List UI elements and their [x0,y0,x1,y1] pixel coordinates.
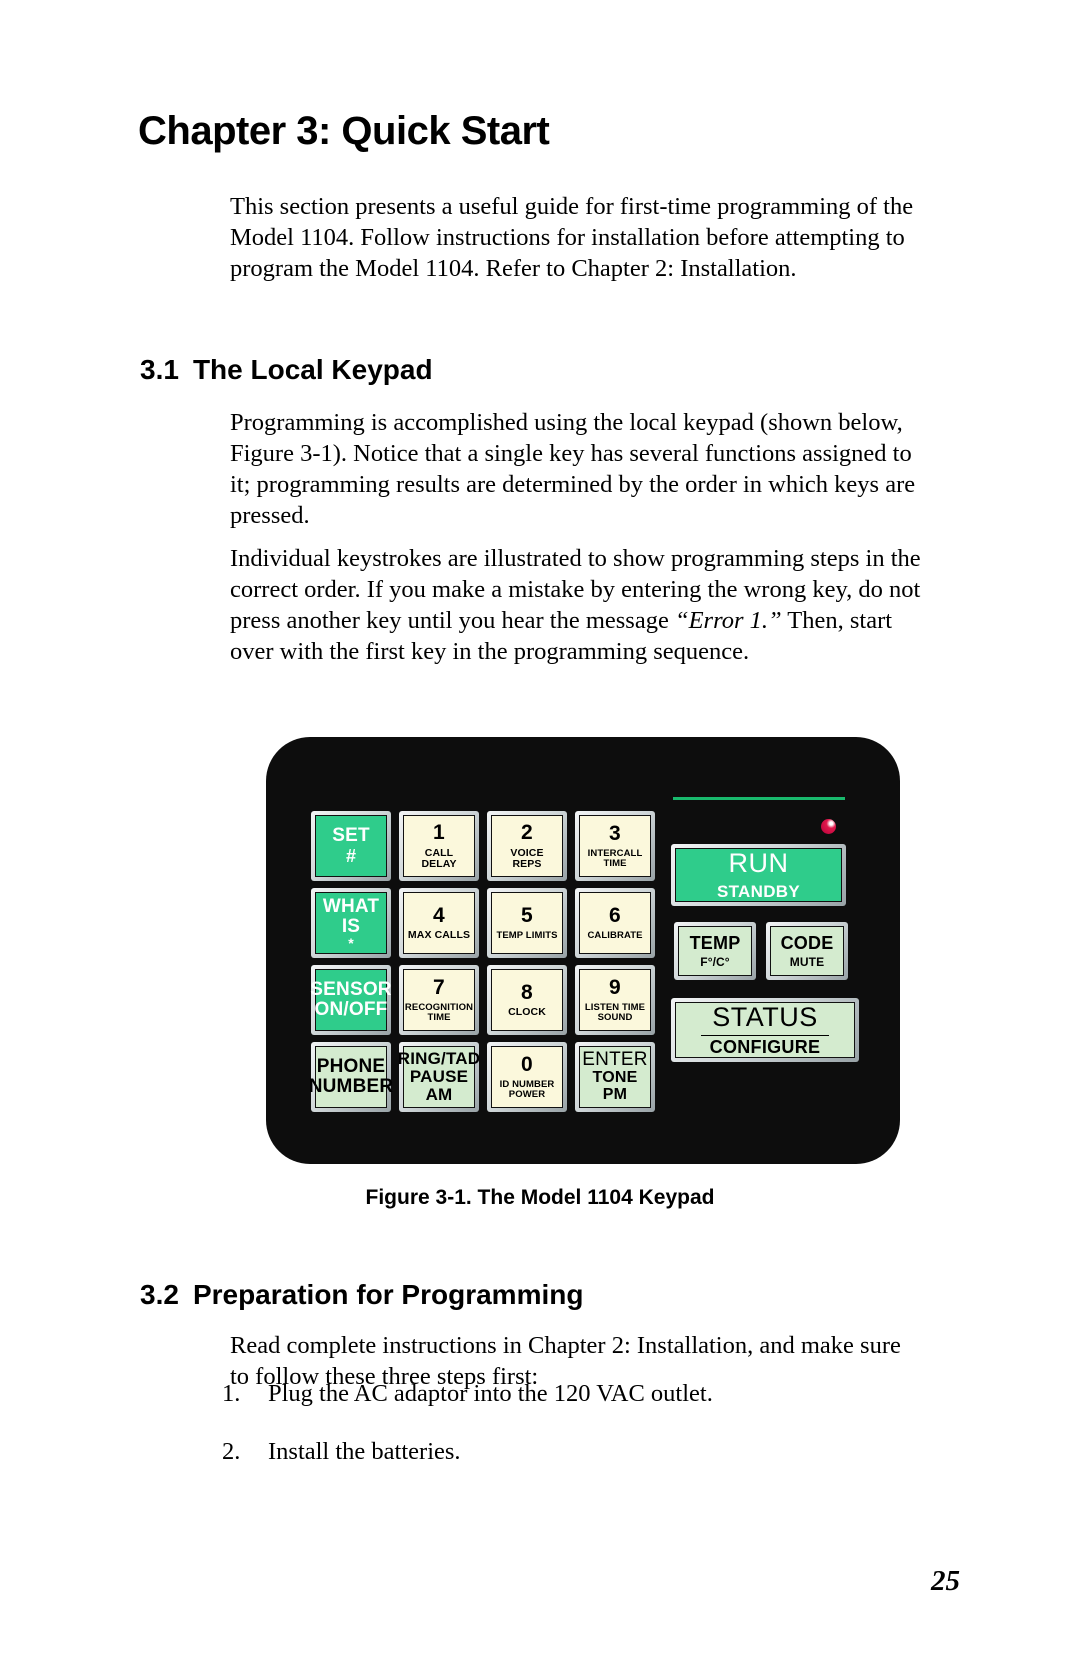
keypad-right-cluster: RUN STANDBY TEMP F°/C° CODE MUTE STATUS … [671,797,861,1115]
key-enter-tone-pm[interactable]: ENTER TONE PM [575,1042,655,1112]
document-page: Chapter 3: Quick Start This section pres… [0,0,1080,1669]
key-set-label: SET [332,824,370,846]
key-what-is-label-1: WHAT [322,896,380,918]
key-4-digit: 4 [433,903,445,927]
list-item: 1. Plug the AC adaptor into the 120 VAC … [222,1378,922,1409]
section-heading-3-1: 3.1 The Local Keypad [140,354,433,386]
key-phone-label-1: PHONE [316,1055,386,1077]
key-pm-label: PM [602,1086,628,1104]
key-6-function: CALIBRATE [587,929,643,941]
key-3-digit: 3 [609,822,621,846]
key-status-configure[interactable]: STATUS CONFIGURE [671,998,859,1062]
key-7-recognition-time[interactable]: 7 RECOGNITION TIME [399,965,479,1035]
section-heading-3-2: 3.2 Preparation for Programming [140,1279,583,1311]
key-tone-label: TONE [592,1069,638,1087]
key-5-temp-limits[interactable]: 5 TEMP LIMITS [487,888,567,958]
intro-paragraph: This section presents a useful guide for… [230,192,914,282]
key-status-label: STATUS [712,1002,818,1032]
key-2-voice-reps[interactable]: 2 VOICE REPS [487,811,567,881]
key-code-label: CODE [780,932,834,953]
section-number-2: 3.2 [140,1279,179,1311]
emphasis-error-message: “Error 1.” [674,606,782,634]
key-configure-label: CONFIGURE [709,1036,821,1057]
key-run-standby[interactable]: RUN STANDBY [671,844,846,906]
key-temp-units: F°/C° [700,954,730,969]
key-ring-tad-label: RING/TAD [397,1048,481,1068]
key-6-calibrate[interactable]: 6 CALIBRATE [575,888,655,958]
key-0-function: ID NUMBER POWER [499,1078,555,1100]
key-set-symbol: # [345,846,356,867]
section-title: The Local Keypad [192,354,433,386]
key-9-digit: 9 [609,976,621,1000]
key-2-digit: 2 [521,821,533,845]
list-item-marker: 2. [222,1438,241,1465]
key-pause-label: PAUSE [409,1066,469,1086]
key-9-listen-time-sound[interactable]: 9 LISTEN TIME SOUND [575,965,655,1035]
key-4-function: MAX CALLS [407,929,471,942]
key-8-function: CLOCK [508,1006,546,1019]
list-item: 2. Install the batteries. [222,1436,922,1467]
key-temp[interactable]: TEMP F°/C° [674,922,756,980]
section-3-1-paragraph-1: Programming is accomplished using the lo… [230,408,916,529]
key-4-max-calls[interactable]: 4 MAX CALLS [399,888,479,958]
keypad-bezel: SET # 1 CALL DELAY 2 VOICE REPS 3 INTERC… [266,737,900,1164]
page-title: Chapter 3: Quick Start [138,108,550,153]
key-7-function: RECOGNITION TIME [404,1001,474,1023]
list-item-text: Plug the AC adaptor into the 120 VAC out… [268,1380,713,1407]
preparation-steps-list: 1. Plug the AC adaptor into the 120 VAC … [222,1378,922,1494]
status-bar-line [673,797,845,800]
key-enter-label: ENTER [582,1048,648,1070]
page-number: 25 [931,1565,960,1597]
key-mute-label: MUTE [789,954,825,969]
section-number: 3.1 [140,354,179,386]
key-what-is[interactable]: WHAT IS * [311,888,391,958]
key-sensor-on-off[interactable]: SENSOR ON/OFF [310,965,392,1035]
key-7-digit: 7 [433,976,445,1000]
key-temp-label: TEMP [689,932,741,953]
list-item-marker: 1. [222,1380,241,1407]
section-title-2: Preparation for Programming [192,1279,584,1311]
key-9-function: LISTEN TIME SOUND [584,1001,646,1023]
list-item-text: Install the batteries. [268,1438,461,1465]
keypad-key-grid: SET # 1 CALL DELAY 2 VOICE REPS 3 INTERC… [308,811,656,1113]
key-5-function: TEMP LIMITS [496,929,558,941]
key-phone-label-2: NUMBER [308,1076,394,1097]
key-code-mute[interactable]: CODE MUTE [766,922,848,980]
key-1-call-delay[interactable]: 1 CALL DELAY [399,811,479,881]
key-run-label: RUN [728,847,789,878]
key-phone-number[interactable]: PHONE NUMBER [308,1042,394,1112]
key-1-digit: 1 [433,821,445,845]
key-sensor-label-1: SENSOR [310,978,392,1000]
key-0-id-number-power[interactable]: 0 ID NUMBER POWER [487,1042,567,1112]
key-3-function: INTERCALL TIME [587,847,643,869]
key-8-digit: 8 [521,980,533,1004]
figure-keypad: SET # 1 CALL DELAY 2 VOICE REPS 3 INTERC… [266,737,900,1164]
key-standby-label: STANDBY [716,882,800,902]
power-led-indicator [821,819,836,834]
key-3-intercall-time[interactable]: 3 INTERCALL TIME [575,811,655,881]
key-what-is-symbol: * [348,934,354,951]
key-1-function: CALL DELAY [421,846,457,870]
key-0-digit: 0 [521,1053,533,1077]
key-ring-tad-pause-am[interactable]: RING/TAD PAUSE AM [397,1042,481,1112]
key-am-label: AM [425,1085,453,1104]
figure-caption: Figure 3-1. The Model 1104 Keypad [365,1186,715,1209]
key-2-function: VOICE REPS [510,846,544,870]
key-8-clock[interactable]: 8 CLOCK [487,965,567,1035]
key-set[interactable]: SET # [311,811,391,881]
key-6-digit: 6 [609,904,621,928]
key-sensor-label-2: ON/OFF [314,999,388,1020]
section-3-1-paragraph-2: Individual keystrokes are illustrated to… [230,543,930,667]
key-5-digit: 5 [521,904,533,928]
